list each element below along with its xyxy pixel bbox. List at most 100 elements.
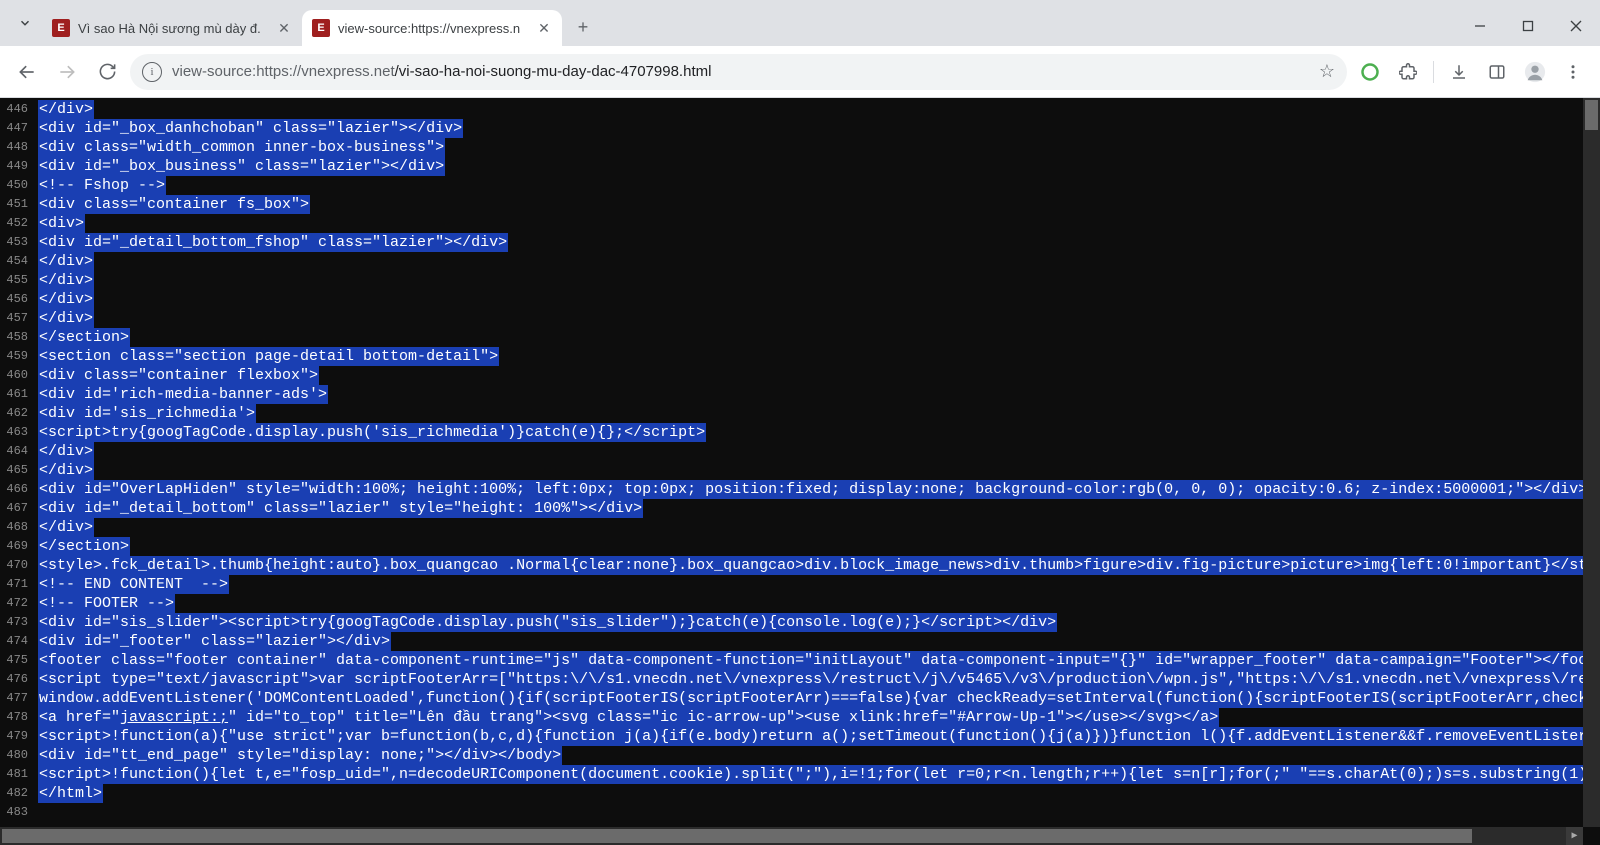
line-number: 451 — [4, 195, 28, 214]
tabs-dropdown-button[interactable] — [8, 6, 42, 40]
source-code-area[interactable]: </div> <div id="_box_danhchoban" class="l… — [34, 98, 1592, 845]
site-info-icon[interactable]: i — [142, 62, 162, 82]
line-number: 460 — [4, 366, 28, 385]
vertical-scroll-thumb[interactable] — [1585, 100, 1598, 130]
source-line: <div id="_box_danhchoban" class="lazier"… — [38, 119, 1588, 138]
line-number: 477 — [4, 689, 28, 708]
source-line: </div> — [38, 271, 1588, 290]
source-line: </div> — [38, 518, 1588, 537]
source-line: <div id="OverLapHiden" style="width:100%… — [38, 480, 1588, 499]
source-line: <footer class="footer container" data-co… — [38, 651, 1588, 670]
source-line: </div> — [38, 252, 1588, 271]
line-number: 463 — [4, 423, 28, 442]
source-line: </div> — [38, 442, 1588, 461]
line-number: 459 — [4, 347, 28, 366]
source-line: <div class="width_common inner-box-busin… — [38, 138, 1588, 157]
maximize-button[interactable] — [1504, 6, 1552, 46]
tab-close-button[interactable]: ✕ — [276, 20, 292, 37]
line-number: 456 — [4, 290, 28, 309]
line-number: 470 — [4, 556, 28, 575]
back-button[interactable] — [10, 55, 44, 89]
bookmark-star-icon[interactable]: ☆ — [1319, 61, 1335, 82]
line-number: 453 — [4, 233, 28, 252]
reload-icon — [98, 62, 117, 81]
downloads-button[interactable] — [1442, 55, 1476, 89]
source-line: </html> — [38, 784, 1588, 803]
arrow-left-icon — [17, 62, 37, 82]
url-text: view-source:https://vnexpress.net/vi-sao… — [172, 63, 1319, 80]
line-number: 482 — [4, 784, 28, 803]
line-number: 450 — [4, 176, 28, 195]
tab-favicon: E — [52, 19, 70, 37]
toolbar-divider — [1433, 61, 1434, 83]
line-number: 454 — [4, 252, 28, 271]
menu-button[interactable] — [1556, 55, 1590, 89]
line-number: 472 — [4, 594, 28, 613]
forward-button[interactable] — [50, 55, 84, 89]
sidepanel-button[interactable] — [1480, 55, 1514, 89]
profile-button[interactable] — [1518, 55, 1552, 89]
line-number: 476 — [4, 670, 28, 689]
kebab-icon — [1564, 63, 1582, 81]
source-line: <div id="_footer" class="lazier"></div> — [38, 632, 1588, 651]
vertical-scrollbar[interactable] — [1583, 98, 1600, 827]
reload-button[interactable] — [90, 55, 124, 89]
line-number: 466 — [4, 480, 28, 499]
address-bar[interactable]: i view-source:https://vnexpress.net/vi-s… — [130, 54, 1347, 90]
line-number: 455 — [4, 271, 28, 290]
line-number: 481 — [4, 765, 28, 784]
new-tab-button[interactable]: + — [568, 12, 598, 42]
line-number: 479 — [4, 727, 28, 746]
tab-title: view-source:https://vnexpress.n — [338, 21, 536, 36]
source-line: <div id='sis_richmedia'> — [38, 404, 1588, 423]
source-line: <script>try{googTagCode.display.push('si… — [38, 423, 1588, 442]
line-number: 465 — [4, 461, 28, 480]
source-line: <script>!function(a){"use strict";var b=… — [38, 727, 1588, 746]
source-line: <!-- FOOTER --> — [38, 594, 1588, 613]
panel-icon — [1488, 63, 1506, 81]
tab-close-button[interactable]: ✕ — [536, 20, 552, 37]
horizontal-scrollbar[interactable]: ▶ — [0, 827, 1583, 845]
line-number-gutter: 4464474484494504514524534544554564574584… — [0, 98, 34, 845]
toolbar-actions — [1353, 55, 1590, 89]
line-number: 464 — [4, 442, 28, 461]
source-line: <div id="_detail_bottom" class="lazier" … — [38, 499, 1588, 518]
line-number: 473 — [4, 613, 28, 632]
source-line: <div id='rich-media-banner-ads'> — [38, 385, 1588, 404]
browser-tab[interactable]: Eview-source:https://vnexpress.n✕ — [302, 10, 562, 46]
minimize-button[interactable] — [1456, 6, 1504, 46]
horizontal-scroll-thumb[interactable] — [2, 829, 1472, 843]
source-line: window.addEventListener('DOMContentLoade… — [38, 689, 1588, 708]
source-line: <div id="tt_end_page" style="display: no… — [38, 746, 1588, 765]
line-number: 449 — [4, 157, 28, 176]
window-controls — [1456, 6, 1600, 46]
source-line: <div class="container flexbox"> — [38, 366, 1588, 385]
line-number: 478 — [4, 708, 28, 727]
close-window-button[interactable] — [1552, 6, 1600, 46]
line-number: 457 — [4, 309, 28, 328]
minimize-icon — [1474, 20, 1486, 32]
avatar-icon — [1524, 61, 1546, 83]
source-line: <div> — [38, 214, 1588, 233]
line-number: 448 — [4, 138, 28, 157]
line-number: 471 — [4, 575, 28, 594]
maximize-icon — [1522, 20, 1534, 32]
line-number: 474 — [4, 632, 28, 651]
source-line: <div id="_box_business" class="lazier"><… — [38, 157, 1588, 176]
extensions-button[interactable] — [1391, 55, 1425, 89]
horizontal-scroll-right-arrow[interactable]: ▶ — [1566, 827, 1583, 845]
source-line: <!-- END CONTENT --> — [38, 575, 1588, 594]
line-number: 480 — [4, 746, 28, 765]
source-line: <a href="javascript:;" id="to_top" title… — [38, 708, 1588, 727]
browser-titlebar: EVì sao Hà Nội sương mù dày đ.✕Eview-sou… — [0, 0, 1600, 46]
line-number: 469 — [4, 537, 28, 556]
line-number: 475 — [4, 651, 28, 670]
line-number: 447 — [4, 119, 28, 138]
green-circle-icon — [1360, 62, 1380, 82]
download-icon — [1450, 63, 1468, 81]
source-line: <script type="text/javascript">var scrip… — [38, 670, 1588, 689]
extension-coccoc-icon[interactable] — [1353, 55, 1387, 89]
source-line: <section class="section page-detail bott… — [38, 347, 1588, 366]
browser-tab[interactable]: EVì sao Hà Nội sương mù dày đ.✕ — [42, 10, 302, 46]
source-line: <!-- Fshop --> — [38, 176, 1588, 195]
